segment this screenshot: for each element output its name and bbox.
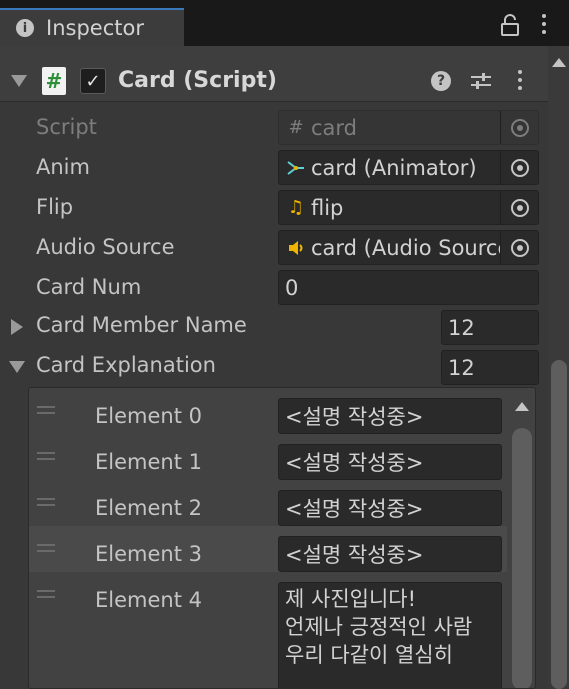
card-num-field[interactable]: 0 [278, 270, 539, 305]
scroll-thumb[interactable] [512, 428, 532, 688]
card-member-name-label[interactable]: Card Member Name [36, 313, 247, 337]
scroll-thumb[interactable] [551, 360, 567, 689]
anim-field[interactable]: card (Animator) [278, 150, 539, 185]
list-scrollbar[interactable] [512, 398, 532, 688]
presets-icon[interactable] [470, 71, 492, 91]
card-explanation-list: Element 0 <설명 작성중> Element 1 <설명 작성중> El… [28, 387, 536, 689]
script-field: # card [278, 110, 539, 145]
info-icon: i [16, 19, 34, 37]
audio-source-icon [285, 239, 307, 257]
script-label: Script [36, 115, 97, 139]
component-enabled-checkbox[interactable]: ✓ [80, 68, 106, 94]
drag-handle-icon[interactable] [37, 452, 55, 464]
help-icon[interactable]: ? [431, 71, 451, 91]
object-picker-icon[interactable] [500, 231, 538, 264]
scroll-up-icon[interactable] [515, 402, 529, 411]
object-picker-icon[interactable] [500, 191, 538, 224]
audio-clip-icon: ♫ [287, 197, 305, 218]
tab-inspector[interactable]: i Inspector [0, 8, 184, 46]
drag-handle-icon[interactable] [37, 406, 55, 418]
tab-menu-icon[interactable] [542, 14, 546, 34]
foldout-arrow-icon[interactable] [9, 361, 25, 373]
card-member-name-size[interactable]: 12 [441, 310, 539, 345]
foldout-arrow-icon[interactable] [11, 319, 23, 335]
drag-handle-icon[interactable] [37, 498, 55, 510]
inspector-scrollbar[interactable] [548, 46, 569, 689]
element-textarea[interactable]: 제 사진입니다! 언제나 긍정적인 사람 우리 다같이 열심히 [278, 582, 502, 688]
csharp-file-icon: # [288, 117, 304, 138]
tab-title: Inspector [46, 16, 144, 40]
element-field[interactable]: <설명 작성중> [278, 536, 502, 572]
object-picker-icon[interactable] [500, 151, 538, 184]
card-explanation-label[interactable]: Card Explanation [36, 353, 216, 377]
flip-label: Flip [36, 195, 74, 219]
list-item[interactable]: Element 3 <설명 작성중> [29, 526, 507, 572]
object-picker-icon [500, 111, 538, 144]
audio-source-label: Audio Source [36, 235, 175, 259]
card-explanation-size[interactable]: 12 [441, 350, 539, 385]
list-item[interactable]: Element 4 제 사진입니다! 언제나 긍정적인 사람 우리 다같이 열심… [29, 572, 507, 688]
audio-source-field[interactable]: card (Audio Source) [278, 230, 539, 265]
element-field[interactable]: <설명 작성중> [278, 398, 502, 434]
drag-handle-icon[interactable] [37, 590, 55, 602]
tab-bar: i Inspector [0, 0, 569, 46]
animator-icon [285, 159, 307, 177]
anim-label: Anim [36, 155, 90, 179]
component-title: Card (Script) [118, 68, 277, 93]
lock-icon[interactable] [500, 14, 520, 36]
foldout-arrow-icon[interactable] [11, 75, 27, 87]
element-field[interactable]: <설명 작성중> [278, 444, 502, 480]
list-item[interactable]: Element 2 <설명 작성중> [29, 480, 507, 526]
csharp-script-icon: # [42, 67, 66, 95]
list-item[interactable]: Element 0 <설명 작성중> [29, 388, 507, 434]
flip-field[interactable]: ♫ flip [278, 190, 539, 225]
more-options-icon[interactable] [518, 70, 522, 90]
element-field[interactable]: <설명 작성중> [278, 490, 502, 526]
card-num-label: Card Num [36, 275, 142, 299]
list-item[interactable]: Element 1 <설명 작성중> [29, 434, 507, 480]
scroll-up-icon[interactable] [552, 58, 566, 67]
drag-handle-icon[interactable] [37, 544, 55, 556]
